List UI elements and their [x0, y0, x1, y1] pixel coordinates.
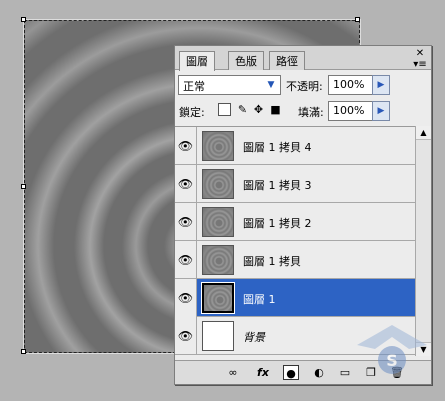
opacity-slider-button[interactable]: ▶	[372, 75, 390, 95]
blend-mode-select[interactable]: 正常 ▼	[178, 75, 281, 95]
transform-handle-bottom-left[interactable]	[21, 349, 26, 354]
layer-name: 背景	[243, 331, 265, 344]
tab-paths[interactable]: 路徑	[269, 51, 305, 70]
watermark-logo: S	[357, 325, 427, 374]
fx-icon[interactable]: fx	[255, 365, 271, 380]
layer-row[interactable]: 👁 圖層 1 拷貝 2	[175, 203, 415, 241]
layer-thumbnail	[202, 169, 234, 199]
layer-thumbnail	[201, 282, 235, 314]
lock-label: 鎖定:	[179, 106, 205, 119]
adjustment-icon[interactable]: ◐	[311, 365, 327, 380]
fill-slider-button[interactable]: ▶	[372, 101, 390, 121]
transform-handle-mid-left[interactable]	[21, 184, 26, 189]
eye-icon[interactable]: 👁	[175, 165, 197, 203]
layer-thumbnail	[202, 245, 234, 275]
layer-row[interactable]: 👁 圖層 1 拷貝 3	[175, 165, 415, 203]
eye-icon[interactable]: 👁	[175, 317, 197, 355]
blend-mode-value: 正常	[183, 80, 205, 93]
eye-icon[interactable]: 👁	[175, 203, 197, 241]
layer-row[interactable]: 👁 圖層 1 拷貝 4	[175, 127, 415, 165]
layer-thumbnail	[202, 131, 234, 161]
layer-thumbnail	[202, 321, 234, 351]
mask-icon[interactable]: ●	[283, 365, 299, 380]
opacity-field[interactable]: 100%	[328, 75, 374, 95]
layer-name: 圖層 1 拷貝 4	[243, 141, 312, 154]
scroll-up-icon[interactable]: ▲	[416, 126, 431, 140]
layer-thumbnail	[202, 207, 234, 237]
blend-opacity-row: 正常 ▼ 不透明: 100% ▶	[178, 75, 428, 95]
lock-all-icon[interactable]: ■	[269, 103, 282, 116]
layer-name: 圖層 1	[243, 293, 276, 306]
svg-text:S: S	[386, 351, 398, 370]
chevron-down-icon: ▼	[267, 80, 275, 90]
fill-field[interactable]: 100%	[328, 101, 374, 121]
link-icon[interactable]: ∞	[225, 365, 241, 380]
eye-icon[interactable]: 👁	[175, 279, 197, 317]
panel-tab-bar: 圖層 色版 路徑 ✕ ▾≡	[175, 46, 431, 71]
eye-icon[interactable]: 👁	[175, 241, 197, 279]
layer-name: 圖層 1 拷貝 3	[243, 179, 312, 192]
layer-row[interactable]: 👁 圖層 1 拷貝	[175, 241, 415, 279]
panel-menu-icon[interactable]: ✕ ▾≡	[412, 48, 428, 70]
lock-position-move-icon[interactable]: ✥	[252, 103, 265, 116]
transform-handle-top-right[interactable]	[355, 17, 360, 22]
layer-name: 圖層 1 拷貝	[243, 255, 301, 268]
lock-image-brush-icon[interactable]: ✎	[236, 103, 249, 116]
lock-transparent-icon[interactable]	[218, 103, 231, 116]
lock-fill-row: 鎖定: ✎ ✥ ■ 填滿: 100% ▶	[178, 101, 428, 121]
fill-label: 填滿:	[298, 106, 324, 119]
layer-name: 圖層 1 拷貝 2	[243, 217, 312, 230]
tab-layers[interactable]: 圖層	[179, 51, 215, 71]
tab-channels[interactable]: 色版	[228, 51, 264, 70]
transform-handle-top-left[interactable]	[21, 17, 26, 22]
eye-icon[interactable]: 👁	[175, 127, 197, 165]
opacity-label: 不透明:	[286, 80, 323, 93]
layer-row-selected[interactable]: 👁 圖層 1	[175, 279, 415, 317]
